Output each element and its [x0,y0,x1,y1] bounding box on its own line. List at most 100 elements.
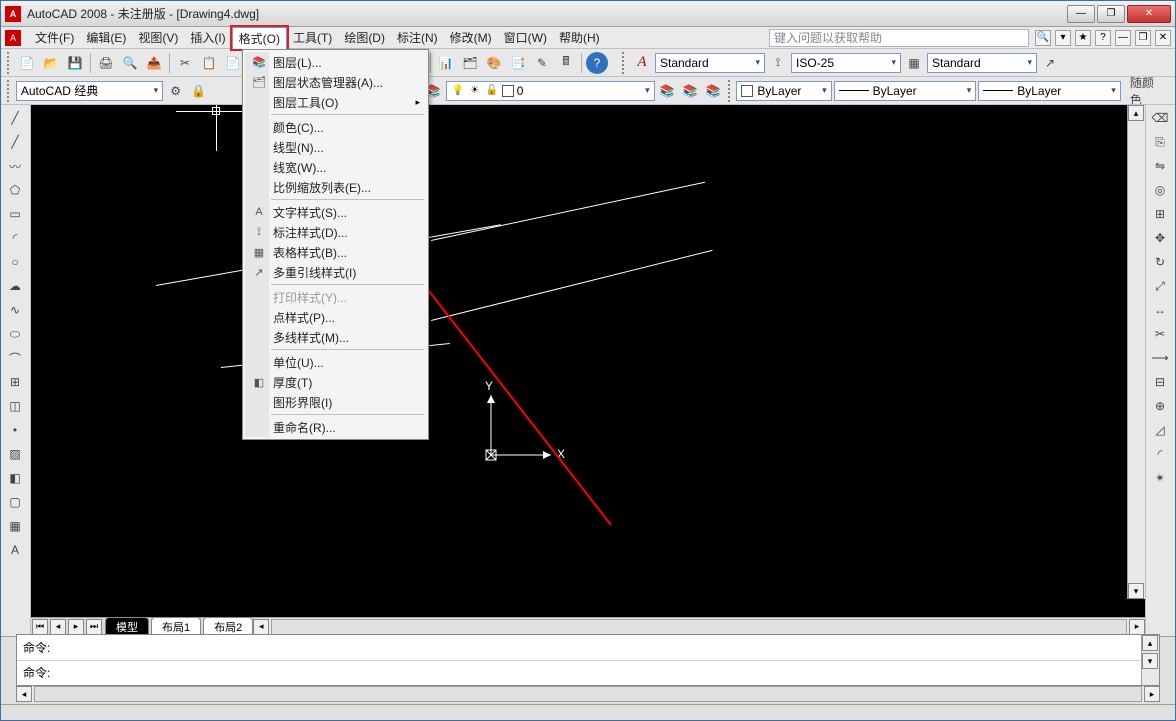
menu-item-units[interactable]: 单位(U)... [245,352,426,372]
menu-item-point-style[interactable]: 点样式(P)... [245,307,426,327]
menu-draw[interactable]: 绘图(D) [338,27,391,48]
markup-button[interactable]: ✎ [531,52,553,74]
doc-minimize-button[interactable]: — [1115,30,1131,46]
offset-button[interactable]: ◎ [1149,179,1171,201]
rotate-button[interactable]: ↻ [1149,251,1171,273]
ellipse-button[interactable]: ⬭ [4,323,26,345]
preview-button[interactable]: 🔍 [119,52,141,74]
scroll-up-button[interactable]: ▴ [1128,105,1144,121]
point-button[interactable]: • [4,419,26,441]
tablestyle-icon[interactable]: ▦ [903,52,925,74]
toolbar-grip[interactable] [7,52,12,74]
workspace-combo[interactable]: AutoCAD 经典▾ [16,81,163,101]
toolbar-grip[interactable] [728,80,733,102]
tab-prev-button[interactable]: ◂ [50,619,66,635]
scroll-right-button[interactable]: ▸ [1144,686,1160,702]
extend-button[interactable]: ⟶ [1149,347,1171,369]
polygon-button[interactable]: ⬠ [4,179,26,201]
menu-item-linetype[interactable]: 线型(N)... [245,137,426,157]
help-search-input[interactable]: 键入问题以获取帮助 [769,29,1029,47]
menu-item-table-style[interactable]: ▦表格样式(B)... [245,242,426,262]
menu-item-scale-list[interactable]: 比例缩放列表(E)... [245,177,426,197]
menu-item-mline-style[interactable]: 多线样式(M)... [245,327,426,347]
break-button[interactable]: ⊟ [1149,371,1171,393]
hatch-button[interactable]: ▨ [4,443,26,465]
scroll-down-button[interactable]: ▾ [1142,653,1158,669]
command-input[interactable]: 命令: [17,661,1159,686]
menu-help[interactable]: 帮助(H) [553,27,606,48]
close-button[interactable]: ✕ [1127,5,1171,23]
region-button[interactable]: ▢ [4,491,26,513]
menu-item-lineweight[interactable]: 线宽(W)... [245,157,426,177]
drawing-canvas[interactable]: X Y ▴ ▾ [31,105,1145,617]
scroll-up-button[interactable]: ▴ [1142,635,1158,651]
menu-dimension[interactable]: 标注(N) [391,27,444,48]
explode-button[interactable]: ✴ [1149,467,1171,489]
mtext-button[interactable]: A [4,539,26,561]
tab-next-button[interactable]: ▸ [68,619,84,635]
scroll-right-button[interactable]: ▸ [1129,619,1145,635]
revcloud-button[interactable]: ☁ [4,275,26,297]
block-button[interactable]: ◫ [4,395,26,417]
copy-obj-button[interactable]: ⎘ [1149,131,1171,153]
toolbar-grip[interactable] [622,52,627,74]
linetype-combo[interactable]: ByLayer▾ [834,81,977,101]
layer-state-button[interactable]: 📚 [680,80,701,102]
menu-view[interactable]: 视图(V) [132,27,184,48]
color-combo[interactable]: ByLayer▾ [736,81,831,101]
minimize-button[interactable]: — [1067,5,1095,23]
join-button[interactable]: ⊕ [1149,395,1171,417]
lineweight-combo[interactable]: ByLayer▾ [978,81,1121,101]
dim-style-combo[interactable]: ISO-25▾ [791,53,901,73]
menu-item-rename[interactable]: 重命名(R)... [245,417,426,437]
move-button[interactable]: ✥ [1149,227,1171,249]
layer-prev-button[interactable]: 📚 [657,80,678,102]
scroll-down-button[interactable]: ▾ [1128,583,1144,599]
gradient-button[interactable]: ◧ [4,467,26,489]
sheetset-button[interactable]: 📑 [507,52,529,74]
xline-button[interactable]: ╱ [4,131,26,153]
workspace-settings-button[interactable]: ⚙ [165,80,186,102]
menu-edit[interactable]: 编辑(E) [80,27,132,48]
plot-button[interactable]: 🖨 [95,52,117,74]
cut-button[interactable]: ✂ [174,52,196,74]
calc-button[interactable]: 🖩 [555,52,577,74]
scale-button[interactable]: ⤢ [1149,275,1171,297]
tab-last-button[interactable]: ⏭ [86,619,102,635]
trim-button[interactable]: ✂ [1149,323,1171,345]
paste-button[interactable]: 📄 [222,52,244,74]
menu-format[interactable]: 格式(O) [232,27,287,49]
chamfer-button[interactable]: ◿ [1149,419,1171,441]
menu-item-color[interactable]: 颜色(C)... [245,117,426,137]
menu-modify[interactable]: 修改(M) [444,27,498,48]
fillet-button[interactable]: ◜ [1149,443,1171,465]
copy-button[interactable]: 📋 [198,52,220,74]
rectangle-button[interactable]: ▭ [4,203,26,225]
ellipse-arc-button[interactable]: ⌒ [4,347,26,369]
textstyle-icon[interactable]: A [631,52,653,74]
insert-button[interactable]: ⊞ [4,371,26,393]
publish-button[interactable]: 📤 [143,52,165,74]
canvas-scrollbar-vertical[interactable]: ▴ ▾ [1127,105,1145,599]
layer-combo[interactable]: 💡 ☀ 🔓 0 ▾ [446,81,655,101]
help-button[interactable]: ? [586,52,608,74]
menu-item-dim-style[interactable]: ⟟标注样式(D)... [245,222,426,242]
layer-iso-button[interactable]: 📚 [703,80,724,102]
menu-item-layer[interactable]: 📚图层(L)... [245,52,426,72]
text-style-combo[interactable]: Standard▾ [655,53,765,73]
open-button[interactable]: 📂 [40,52,62,74]
menu-window[interactable]: 窗口(W) [498,27,553,48]
menu-item-thickness[interactable]: ◧厚度(T) [245,372,426,392]
menu-insert[interactable]: 插入(I) [184,27,231,48]
menu-item-text-style[interactable]: A文字样式(S)... [245,202,426,222]
scroll-left-button[interactable]: ◂ [253,619,269,635]
maximize-button[interactable]: ❐ [1097,5,1125,23]
array-button[interactable]: ⊞ [1149,203,1171,225]
command-scrollbar-vertical[interactable]: ▴ ▾ [1141,635,1159,685]
menu-item-layer-state[interactable]: 🗂图层状态管理器(A)... [245,72,426,92]
erase-button[interactable]: ⌫ [1149,107,1171,129]
dcenter-button[interactable]: 🗂 [459,52,481,74]
toolpalette-button[interactable]: 🎨 [483,52,505,74]
table-button[interactable]: ▦ [4,515,26,537]
workspace-save-button[interactable]: 🔒 [188,80,209,102]
